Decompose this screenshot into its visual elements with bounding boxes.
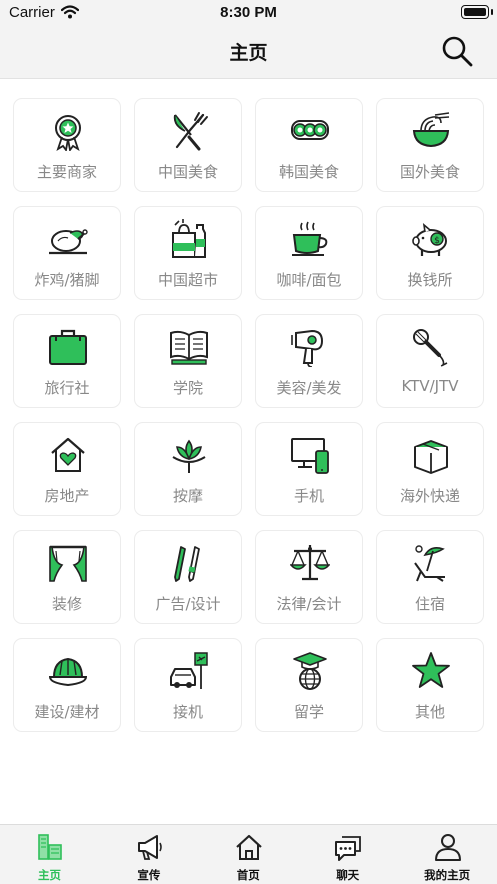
category-label: 留学 — [293, 703, 324, 721]
award-ribbon-icon — [55, 115, 81, 151]
category-label: 炸鸡/猪脚 — [34, 271, 100, 289]
grocery-bag-icon — [172, 219, 206, 258]
category-label: 海外快递 — [399, 487, 460, 505]
tab-label: 主页 — [38, 868, 61, 882]
megaphone-icon — [138, 835, 163, 860]
home-grid-icon — [38, 834, 62, 860]
category-label: 换钱所 — [407, 271, 453, 289]
category-tile[interactable]: 中国美食 — [134, 98, 242, 192]
star-icon — [412, 652, 450, 688]
category-label: 广告/设计 — [155, 595, 221, 613]
category-label: 中国超市 — [157, 271, 218, 289]
page-title: 主页 — [229, 42, 268, 64]
category-label: 手机 — [293, 487, 324, 505]
category-tile[interactable]: 装修 — [13, 530, 121, 624]
clock: 8:30 PM — [220, 4, 277, 21]
category-tile[interactable]: 主要商家 — [13, 98, 121, 192]
battery-icon — [461, 5, 493, 19]
curtains-icon — [49, 545, 87, 582]
beach-chair-icon — [414, 545, 445, 582]
category-tile[interactable]: 房地产 — [13, 422, 121, 516]
tab-chat-bubbles[interactable]: 聊天 — [298, 825, 397, 884]
category-tile[interactable]: 学院 — [134, 314, 242, 408]
tab-home-grid[interactable]: 主页 — [0, 825, 99, 884]
category-label: 学院 — [172, 379, 203, 397]
category-tile[interactable]: 住宿 — [376, 530, 484, 624]
tab-user[interactable]: 我的主页 — [398, 825, 497, 884]
category-label: 接机 — [172, 703, 203, 721]
category-tile[interactable]: 中国超市 — [134, 206, 242, 300]
house-heart-icon — [51, 437, 85, 472]
search-icon[interactable] — [440, 34, 474, 68]
tab-label: 首页 — [236, 868, 260, 882]
category-tile[interactable]: 留学 — [255, 638, 363, 732]
category-label: 建设/建材 — [34, 703, 100, 721]
status-bar: Carrier 8:30 PM — [0, 0, 497, 24]
open-book-icon — [170, 330, 208, 365]
nav-bar: 主页 — [0, 24, 497, 79]
parcel-box-icon — [414, 440, 448, 474]
knife-fork-icon — [173, 112, 208, 151]
tab-house[interactable]: 首页 — [199, 825, 298, 884]
scales-icon — [290, 545, 330, 581]
hair-dryer-icon — [291, 329, 324, 367]
category-tile[interactable]: 咖啡/面包 — [255, 206, 363, 300]
category-tile[interactable]: $ 换钱所 — [376, 206, 484, 300]
user-icon — [434, 834, 461, 861]
category-tile[interactable]: 手机 — [255, 422, 363, 516]
category-tile[interactable]: 其他 — [376, 638, 484, 732]
microphone-icon — [413, 329, 448, 367]
coffee-cup-icon — [292, 221, 328, 256]
category-tile[interactable]: 接机 — [134, 638, 242, 732]
category-tile[interactable]: 按摩 — [134, 422, 242, 516]
tab-megaphone[interactable]: 宣传 — [99, 825, 198, 884]
category-label: 韩国美食 — [278, 163, 339, 181]
hard-hat-icon — [48, 657, 88, 687]
tab-bar: 主页 宣传 首页 聊天 我的主页 — [0, 824, 497, 884]
lotus-icon — [172, 439, 206, 473]
category-label: 旅行社 — [44, 379, 90, 397]
category-label: 主要商家 — [36, 163, 97, 181]
category-label: 法律/会计 — [276, 595, 342, 613]
category-label: 国外美食 — [399, 163, 460, 181]
kimbap-rolls-icon — [291, 120, 329, 140]
category-label: 房地产 — [44, 487, 90, 505]
category-label: 其他 — [414, 703, 445, 721]
tab-label: 聊天 — [336, 868, 360, 882]
category-label: KTV/JTV — [401, 377, 459, 395]
svg-text:$: $ — [434, 236, 440, 246]
category-tile[interactable]: 法律/会计 — [255, 530, 363, 624]
category-tile[interactable]: KTV/JTV — [376, 314, 484, 408]
category-tile[interactable]: 韩国美食 — [255, 98, 363, 192]
house-icon — [236, 834, 262, 860]
category-label: 装修 — [51, 595, 82, 613]
category-tile[interactable]: 建设/建材 — [13, 638, 121, 732]
category-label: 住宿 — [414, 595, 445, 613]
category-tile[interactable]: 美容/美发 — [255, 314, 363, 408]
category-tile[interactable]: 炸鸡/猪脚 — [13, 206, 121, 300]
category-tile[interactable]: 旅行社 — [13, 314, 121, 408]
category-tile[interactable]: 国外美食 — [376, 98, 484, 192]
tab-label: 宣传 — [137, 868, 161, 882]
category-label: 按摩 — [172, 487, 203, 505]
suitcase-icon — [49, 329, 87, 365]
piggy-bank-icon: $ — [412, 223, 447, 256]
noodle-bowl-icon — [412, 112, 450, 148]
devices-icon — [291, 438, 329, 474]
graduation-globe-icon — [293, 652, 327, 690]
category-label: 美容/美发 — [276, 379, 342, 397]
category-label: 中国美食 — [157, 163, 218, 181]
airport-car-icon — [170, 652, 208, 689]
pen-pencil-icon — [174, 546, 200, 582]
roast-chicken-icon — [49, 229, 88, 255]
category-tile[interactable]: 海外快递 — [376, 422, 484, 516]
category-label: 咖啡/面包 — [276, 271, 342, 289]
tab-label: 我的主页 — [424, 868, 471, 882]
chat-bubbles-icon — [335, 836, 362, 861]
category-tile[interactable]: 广告/设计 — [134, 530, 242, 624]
